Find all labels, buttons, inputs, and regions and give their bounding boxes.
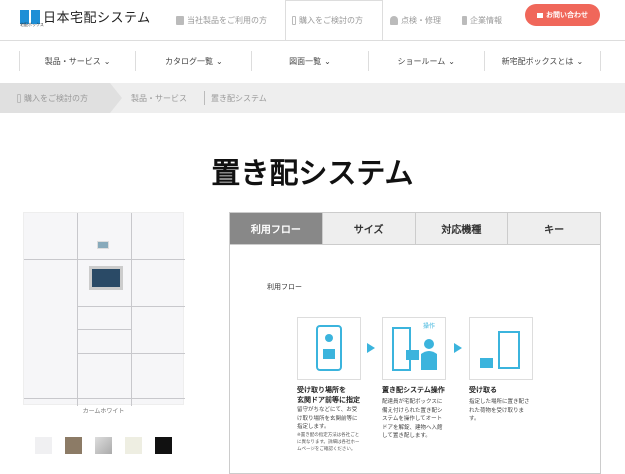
tab-label: 当社製品をご利用の方: [187, 15, 267, 25]
step-3-desc: 指定した場所に置き配された荷物を受け取ります。: [469, 399, 530, 422]
header-tab-company[interactable]: 企業情報: [462, 0, 502, 40]
nav-label: カタログ一覧: [164, 56, 213, 66]
swatch-brown[interactable]: [65, 437, 82, 454]
door-icon: [292, 16, 296, 25]
swatch-calm-white[interactable]: [35, 437, 52, 454]
contact-label: お問い合わせ: [546, 11, 588, 19]
chevron-down-icon: ⌄: [103, 56, 111, 66]
step-1-note: ※置き配の指定方法は各社ごとに異なります。詳細は各社ホームページをご確認ください…: [297, 433, 360, 452]
smartphone-icon: [316, 325, 342, 371]
wrench-icon: [462, 15, 467, 25]
chevron-down-icon: ⌄: [215, 56, 223, 66]
main-nav: 製品・サービス ⌄ カタログ一覧 ⌄ 図面一覧 ⌄ ショールーム ⌄ 新宅配ボックスとは…: [19, 51, 602, 71]
breadcrumb-item-products[interactable]: 製品・サービス: [131, 83, 187, 113]
chevron-down-icon: ⌄: [448, 56, 455, 66]
tab-models[interactable]: 対応機種: [414, 213, 508, 244]
product-image: [23, 212, 185, 406]
arrow-right-icon: [454, 343, 462, 353]
color-caption: カームホワイト: [82, 408, 125, 415]
tab-label: 購入をご検討の方: [299, 16, 363, 25]
breadcrumb-label: 購入をご検討の方: [24, 93, 88, 103]
door-icon: [17, 93, 21, 103]
chevron-down-icon: ⌄: [324, 56, 331, 66]
swatch-ivory[interactable]: [125, 437, 142, 454]
step-2-illustration: 操作: [382, 317, 446, 380]
header-tab-prospective[interactable]: 購入をご検討の方: [285, 0, 383, 41]
header-tab-users[interactable]: 当社製品をご利用の方: [176, 0, 267, 40]
arrow-right-icon: [367, 343, 375, 353]
tab-label: 点検・修理: [401, 15, 441, 25]
breadcrumb-separator: [204, 91, 205, 105]
nav-item-showroom[interactable]: ショールーム ⌄: [367, 51, 484, 71]
step-1-title: 受け取り場所を 玄関ドア前等に指定: [297, 385, 360, 404]
step-1-illustration: [297, 317, 361, 380]
helmet-icon: [390, 15, 398, 25]
tab-label: 企業情報: [470, 15, 502, 25]
step-2-desc: 配達員が宅配ボックスに備え付けられた置き配システムを操作してオートドアを解錠、建…: [382, 399, 443, 439]
tab-size[interactable]: サイズ: [321, 213, 415, 244]
step-3-title: 受け取る: [469, 385, 497, 394]
nav-label: 新宅配ボックスとは: [501, 56, 574, 66]
nav-label: 図面一覧: [289, 56, 322, 66]
nav-item-about[interactable]: 新宅配ボックスとは ⌄: [483, 51, 602, 71]
mail-icon: [537, 12, 543, 18]
delivery-operation-icon: [392, 327, 437, 371]
step-1-desc: 留守がちなどにて、お受け取り場所を玄関前等に指定します。: [297, 407, 358, 430]
flow-heading: 利用フロー: [267, 283, 302, 291]
contact-button[interactable]: お問い合わせ: [525, 4, 600, 26]
tab-flow[interactable]: 利用フロー: [230, 213, 322, 244]
operation-label: 操作: [423, 323, 436, 330]
nav-item-drawings[interactable]: 図面一覧 ⌄: [251, 51, 367, 71]
door-package-icon: [480, 331, 520, 369]
nav-item-products[interactable]: 製品・サービス ⌄: [19, 51, 135, 71]
content-tabs: 利用フロー サイズ 対応機種 キー: [229, 212, 601, 245]
header-tab-maintenance[interactable]: 点検・修理: [390, 0, 441, 40]
swatch-black[interactable]: [155, 437, 172, 454]
nav-label: 製品・サービス: [44, 56, 101, 66]
control-panel: [89, 266, 123, 290]
chevron-down-icon: ⌄: [576, 56, 584, 66]
tab-key[interactable]: キー: [507, 213, 600, 244]
page-title: 置き配システム: [211, 156, 414, 190]
breadcrumb-item-prospective[interactable]: 購入をご検討の方: [0, 83, 122, 113]
logo-subtitle: 宅配ボックス: [20, 22, 44, 27]
nav-label: ショールーム: [397, 56, 446, 66]
display-panel: [97, 241, 109, 249]
nav-item-catalogs[interactable]: カタログ一覧 ⌄: [135, 51, 251, 71]
breadcrumb-item-current: 置き配システム: [211, 93, 267, 103]
header-divider: [0, 40, 625, 41]
swatch-silver[interactable]: [95, 437, 112, 454]
step-3-illustration: [469, 317, 533, 380]
step-2-title: 置き配システム操作: [382, 385, 445, 394]
mailbox-icon: [176, 15, 184, 25]
